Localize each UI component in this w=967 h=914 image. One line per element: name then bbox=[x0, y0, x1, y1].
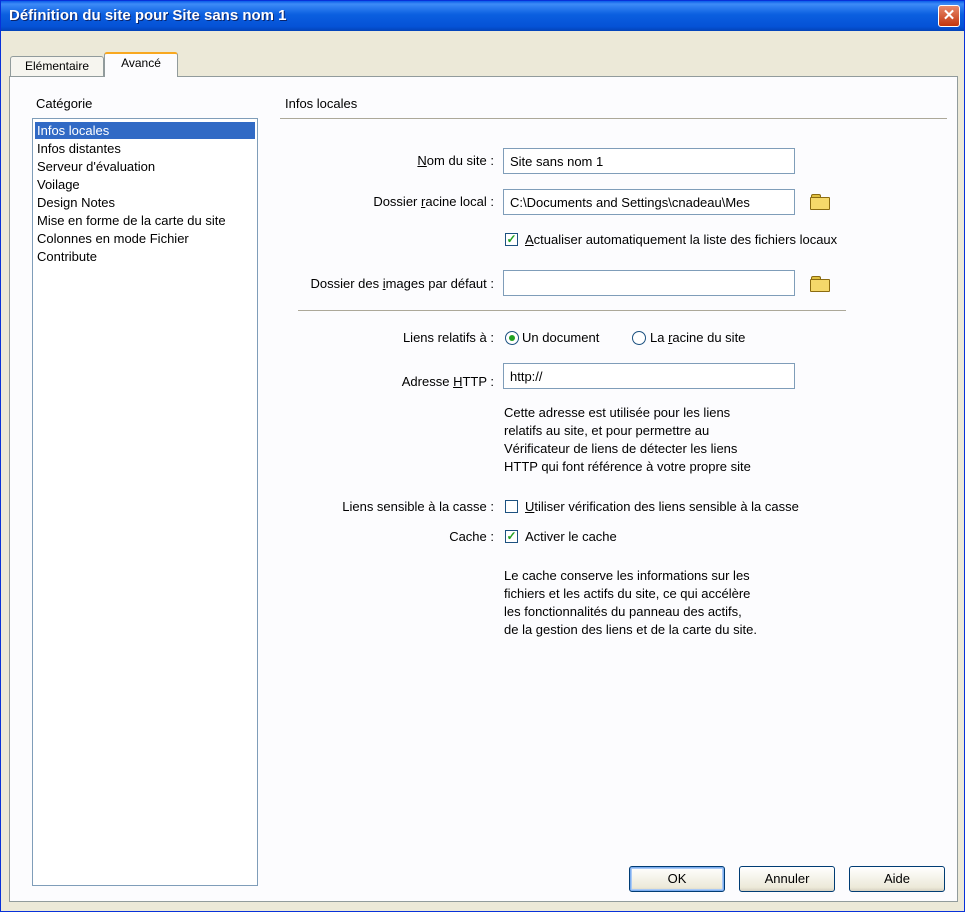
title-bar[interactable]: Définition du site pour Site sans nom 1 … bbox=[1, 1, 964, 31]
auto-refresh-label[interactable]: Actualiser automatiquement la liste des … bbox=[525, 232, 837, 247]
category-label: Catégorie bbox=[36, 96, 93, 111]
close-button[interactable]: ✕ bbox=[938, 5, 960, 27]
category-item-serveur-evaluation[interactable]: Serveur d'évaluation bbox=[35, 158, 155, 175]
radio-site-root-label[interactable]: La racine du site bbox=[650, 330, 745, 345]
category-list[interactable]: Infos locales Infos distantes Serveur d'… bbox=[32, 118, 258, 886]
http-address-input[interactable]: http:// bbox=[503, 363, 795, 389]
section-title: Infos locales bbox=[285, 96, 358, 111]
category-item-infos-distantes[interactable]: Infos distantes bbox=[35, 140, 121, 157]
default-images-input[interactable] bbox=[503, 270, 795, 296]
category-item-voilage[interactable]: Voilage bbox=[35, 176, 80, 193]
category-item-contribute[interactable]: Contribute bbox=[35, 248, 97, 265]
default-images-folder-icon[interactable] bbox=[810, 276, 830, 292]
cache-label: Cache : bbox=[449, 529, 494, 544]
relative-links-label: Liens relatifs à : bbox=[402, 330, 494, 345]
category-item-mise-en-forme-carte[interactable]: Mise en forme de la carte du site bbox=[35, 212, 226, 229]
case-sensitive-checkbox-label[interactable]: Utiliser vérification des liens sensible… bbox=[525, 499, 799, 514]
category-item-infos-locales[interactable]: Infos locales bbox=[35, 122, 255, 139]
window-title: Définition du site pour Site sans nom 1 bbox=[9, 7, 287, 24]
radio-document[interactable] bbox=[505, 331, 519, 345]
local-root-label: Dossier racine local : bbox=[373, 194, 494, 209]
section-divider bbox=[280, 118, 947, 119]
category-item-colonnes-mode-fichier[interactable]: Colonnes en mode Fichier bbox=[35, 230, 189, 247]
http-address-label: Adresse HTTP : bbox=[401, 374, 494, 389]
form-divider bbox=[298, 310, 846, 311]
category-item-design-notes[interactable]: Design Notes bbox=[35, 194, 115, 211]
cache-checkbox[interactable]: ✓ bbox=[505, 530, 518, 543]
cache-checkbox-label[interactable]: Activer le cache bbox=[525, 529, 617, 544]
default-images-label: Dossier des images par défaut : bbox=[310, 276, 494, 291]
cache-note: Le cache conserve les informations sur l… bbox=[504, 568, 757, 637]
radio-document-label[interactable]: Un document bbox=[522, 330, 599, 345]
ok-button[interactable]: OK bbox=[629, 866, 725, 892]
site-name-input[interactable]: Site sans nom 1 bbox=[503, 148, 795, 174]
cancel-button[interactable]: Annuler bbox=[739, 866, 835, 892]
radio-site-root[interactable] bbox=[632, 331, 646, 345]
case-sensitive-checkbox[interactable] bbox=[505, 500, 518, 513]
tab-elementaire[interactable]: Elémentaire bbox=[10, 56, 104, 76]
site-name-label: Nom du site : bbox=[417, 153, 494, 168]
local-root-folder-icon[interactable] bbox=[810, 194, 830, 210]
local-root-input[interactable]: C:\Documents and Settings\cnadeau\Mes bbox=[503, 189, 795, 215]
case-sensitive-label: Liens sensible à la casse : bbox=[342, 499, 494, 514]
auto-refresh-checkbox[interactable]: ✓ bbox=[505, 233, 518, 246]
http-address-note: Cette adresse est utilisée pour les lien… bbox=[504, 405, 751, 474]
tab-avance[interactable]: Avancé bbox=[104, 52, 178, 77]
help-button[interactable]: Aide bbox=[849, 866, 945, 892]
